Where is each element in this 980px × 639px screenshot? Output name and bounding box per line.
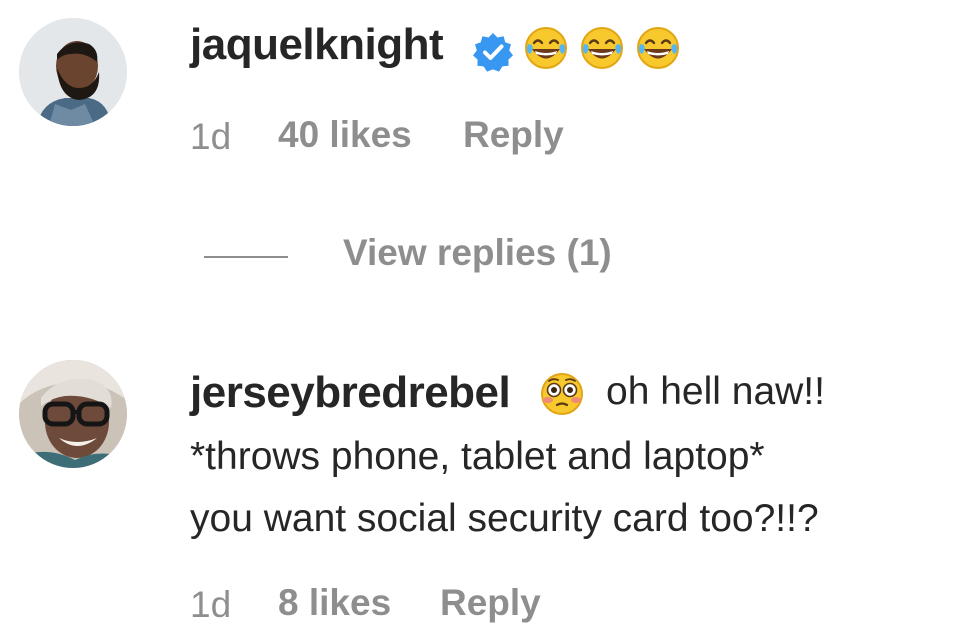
reply-button[interactable]: Reply	[440, 582, 541, 624]
comment-time: 1d	[190, 584, 232, 625]
comment-time: 1d	[190, 116, 232, 157]
username[interactable]: jerseybredrebel	[190, 368, 511, 418]
comment-text-line: you want social security card too?!!?	[190, 497, 819, 540]
avatar-image	[19, 360, 127, 468]
flushed-face-icon	[541, 373, 583, 415]
comment-text-line: oh hell naw!!	[606, 370, 825, 413]
verified-badge-icon	[473, 33, 513, 72]
avatar-image	[19, 18, 127, 126]
username[interactable]: jaquelknight	[190, 20, 444, 70]
replies-divider	[204, 256, 288, 258]
likes-count[interactable]: 8 likes	[278, 582, 391, 624]
face-with-tears-of-joy-icon	[637, 27, 679, 69]
comment-text-line: *throws phone, tablet and laptop*	[190, 435, 765, 478]
reply-button[interactable]: Reply	[463, 114, 564, 156]
face-with-tears-of-joy-icon	[525, 27, 567, 69]
face-with-tears-of-joy-icon	[581, 27, 623, 69]
avatar[interactable]	[19, 360, 127, 468]
likes-count[interactable]: 40 likes	[278, 114, 412, 156]
avatar[interactable]	[19, 18, 127, 126]
view-replies-button[interactable]: View replies (1)	[343, 232, 612, 274]
